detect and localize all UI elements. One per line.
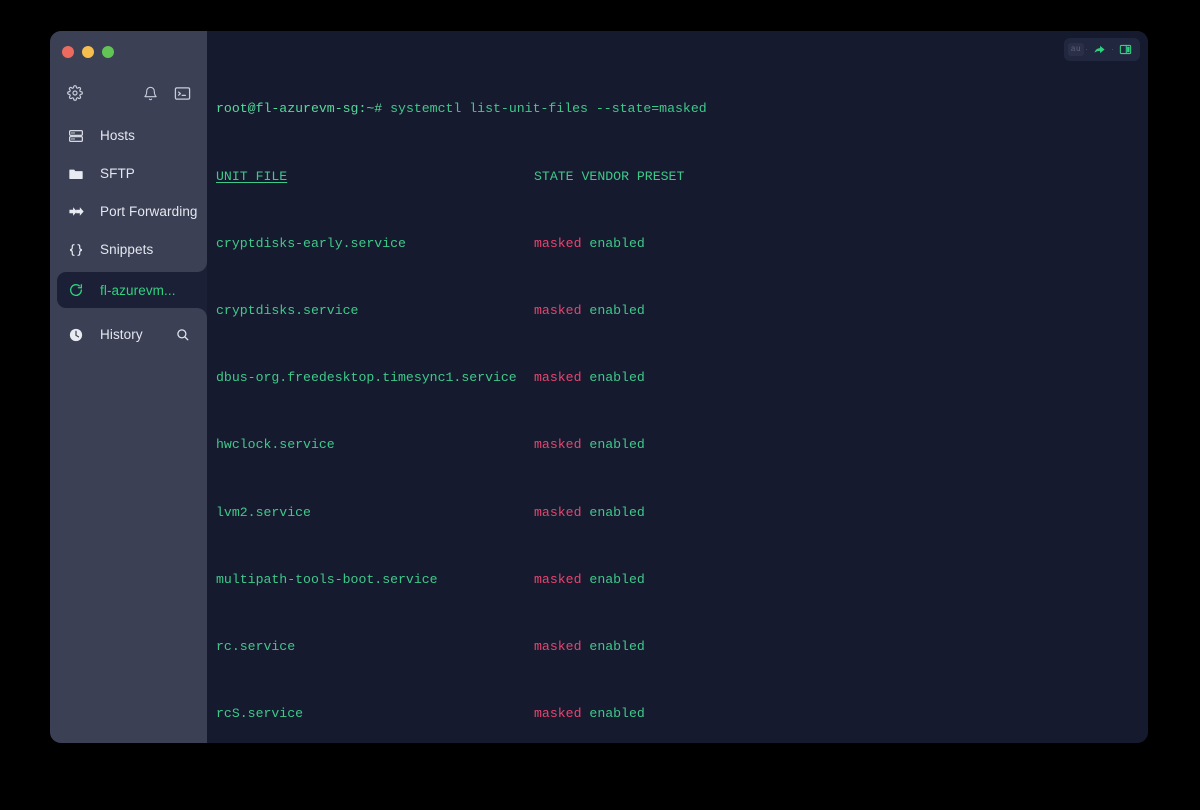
header-state: STATE: [534, 168, 574, 184]
unit-preset: enabled: [589, 706, 645, 722]
header-unit-file: UNIT FILE: [216, 168, 288, 184]
unit-state: masked: [534, 638, 582, 654]
unit-status: masked enabled: [534, 505, 645, 522]
sidebar-item-history[interactable]: History: [50, 319, 207, 350]
unit-state: masked: [534, 706, 582, 722]
unit-name: rcS.service: [216, 706, 304, 722]
close-button[interactable]: [62, 46, 74, 58]
sidebar-toolbar: [50, 76, 207, 110]
braces-icon: [67, 241, 85, 259]
unit-row: cryptdisks.service masked enabled: [216, 303, 1148, 320]
unit-status: masked enabled: [534, 303, 645, 320]
unit-row: rcS.service masked enabled: [216, 706, 1148, 723]
unit-name: dbus-org.freedesktop.timesync1.service: [216, 370, 517, 386]
unit-row: rc.service masked enabled: [216, 639, 1148, 656]
sidebar-nav: Hosts SFTP Port Forwarding Snippets fl-a…: [50, 120, 207, 357]
unit-preset: enabled: [589, 235, 645, 251]
sidebar-item-label: fl-azurevm...: [100, 282, 176, 298]
zoom-button[interactable]: [102, 46, 114, 58]
app-window: Hosts SFTP Port Forwarding Snippets fl-a…: [50, 31, 1148, 743]
command-line: root@fl-azurevm-sg:~# systemctl list-uni…: [216, 101, 1148, 118]
terminal-icon[interactable]: [171, 82, 193, 104]
unit-preset: enabled: [589, 302, 645, 318]
unit-preset: enabled: [589, 437, 645, 453]
minimize-button[interactable]: [82, 46, 94, 58]
unit-state: masked: [534, 437, 582, 453]
server-rack-icon: [67, 127, 85, 145]
unit-status: masked enabled: [534, 639, 645, 656]
sidebar-item-label: Port Forwarding: [100, 204, 198, 219]
split-pane-icon[interactable]: [1115, 41, 1136, 58]
unit-name: multipath-tools-boot.service: [216, 571, 438, 587]
clock-icon: [67, 326, 85, 344]
traffic-lights: [50, 31, 207, 62]
unit-status: masked enabled: [534, 706, 645, 723]
share-arrow-icon[interactable]: [1089, 41, 1110, 58]
unit-preset: enabled: [589, 504, 645, 520]
bell-icon[interactable]: [139, 82, 161, 104]
unit-name: lvm2.service: [216, 504, 311, 520]
unit-status: masked enabled: [534, 572, 645, 589]
header-vendor-preset: VENDOR PRESET: [581, 168, 685, 184]
unit-name: rc.service: [216, 638, 296, 654]
unit-row: cryptdisks-early.service masked enabled: [216, 236, 1148, 253]
session-icon: [67, 281, 85, 299]
double-arrow-icon: [67, 203, 85, 221]
pill-notch-bottom: [197, 308, 207, 318]
unit-row: lvm2.service masked enabled: [216, 505, 1148, 522]
sidebar-item-sftp[interactable]: SFTP: [50, 158, 207, 189]
unit-row: hwclock.service masked enabled: [216, 437, 1148, 454]
sidebar-item-hosts[interactable]: Hosts: [50, 120, 207, 151]
search-icon[interactable]: [175, 327, 190, 342]
unit-name: cryptdisks-early.service: [216, 235, 406, 251]
unit-preset: enabled: [589, 370, 645, 386]
unit-status: masked enabled: [534, 370, 645, 387]
unit-state: masked: [534, 571, 582, 587]
folder-icon: [67, 165, 85, 183]
sidebar-item-label: Snippets: [100, 242, 154, 257]
gear-icon[interactable]: [64, 82, 86, 104]
sidebar: Hosts SFTP Port Forwarding Snippets fl-a…: [50, 31, 207, 743]
unit-row: dbus-org.freedesktop.timesync1.service ma…: [216, 370, 1148, 387]
unit-status: masked enabled: [534, 437, 645, 454]
unit-name: hwclock.service: [216, 437, 335, 453]
unit-name: cryptdisks.service: [216, 302, 359, 318]
audio-badge[interactable]: au: [1067, 43, 1084, 56]
sidebar-item-label: SFTP: [100, 166, 135, 181]
header-state-preset: STATE VENDOR PRESET: [534, 169, 684, 186]
sidebar-item-label: Hosts: [100, 128, 136, 143]
unit-state: masked: [534, 504, 582, 520]
sidebar-item-snippets[interactable]: Snippets: [50, 234, 207, 265]
prompt: root@fl-azurevm-sg:~#: [216, 101, 383, 117]
sidebar-item-port-forwarding[interactable]: Port Forwarding: [50, 196, 207, 227]
output-header-row: UNIT FILE STATE VENDOR PRESET: [216, 169, 1148, 186]
terminal-pane[interactable]: au · · root@fl-azurevm-sg:~# systemctl l…: [207, 31, 1148, 743]
unit-row: multipath-tools-boot.service masked enabl…: [216, 572, 1148, 589]
terminal-output: root@fl-azurevm-sg:~# systemctl list-uni…: [207, 31, 1148, 743]
unit-state: masked: [534, 235, 582, 251]
sidebar-item-fl-azurevm[interactable]: fl-azurevm...: [57, 262, 207, 318]
terminal-controls: au · ·: [1063, 38, 1140, 61]
unit-state: masked: [534, 302, 582, 318]
command-text: systemctl list-unit-files --state=masked: [382, 101, 707, 117]
unit-preset: enabled: [589, 571, 645, 587]
unit-state: masked: [534, 370, 582, 386]
unit-status: masked enabled: [534, 236, 645, 253]
sidebar-item-label: History: [100, 327, 143, 342]
unit-preset: enabled: [589, 638, 645, 654]
